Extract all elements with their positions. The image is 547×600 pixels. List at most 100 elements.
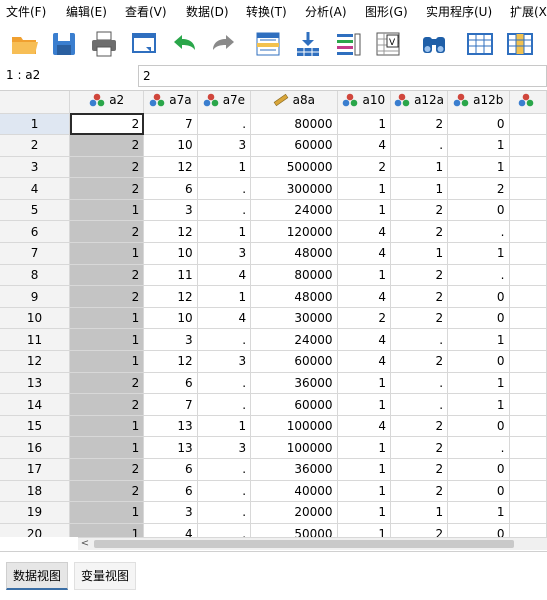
data-cell[interactable]: 2 bbox=[69, 393, 145, 416]
data-cell[interactable]: 2 bbox=[447, 177, 510, 200]
insert-cases-icon[interactable] bbox=[462, 27, 498, 61]
data-cell[interactable]: 2 bbox=[337, 307, 392, 330]
data-cell[interactable]: 6 bbox=[143, 177, 198, 200]
data-cell[interactable]: 36000 bbox=[250, 458, 338, 481]
data-cell[interactable]: 13 bbox=[143, 436, 198, 459]
data-cell[interactable]: 4 bbox=[337, 415, 392, 438]
menu-graphs[interactable]: 图形(G) bbox=[365, 0, 408, 24]
data-cell[interactable] bbox=[509, 242, 547, 265]
data-cell[interactable]: 1 bbox=[337, 480, 392, 503]
data-cell[interactable]: 1 bbox=[337, 501, 392, 524]
data-cell[interactable]: . bbox=[197, 501, 252, 524]
data-cell[interactable]: 20000 bbox=[250, 501, 338, 524]
data-cell[interactable]: . bbox=[197, 177, 252, 200]
data-cell[interactable]: 1 bbox=[447, 156, 510, 179]
data-cell[interactable]: . bbox=[197, 480, 252, 503]
data-cell[interactable]: 1 bbox=[69, 415, 145, 438]
data-cell[interactable]: 3 bbox=[197, 134, 252, 157]
tab-variable-view[interactable]: 变量视图 bbox=[74, 562, 137, 590]
data-cell[interactable]: 40000 bbox=[250, 480, 338, 503]
data-cell[interactable]: 2 bbox=[390, 480, 449, 503]
data-cell[interactable]: 2 bbox=[69, 156, 145, 179]
data-cell[interactable]: 0 bbox=[447, 458, 510, 481]
data-cell[interactable]: 4 bbox=[337, 328, 392, 352]
data-cell[interactable]: 0 bbox=[447, 480, 510, 503]
data-cell[interactable]: 1 bbox=[447, 134, 510, 157]
row-number[interactable]: 6 bbox=[0, 220, 71, 244]
go-to-case-icon[interactable] bbox=[250, 27, 286, 61]
data-cell[interactable]: 1 bbox=[69, 436, 145, 459]
data-cell[interactable]: 0 bbox=[447, 199, 510, 222]
column-header[interactable]: a12b bbox=[447, 91, 510, 114]
data-cell[interactable]: 1 bbox=[69, 350, 145, 373]
data-cell[interactable]: 30000 bbox=[250, 307, 338, 330]
data-cell[interactable]: 300000 bbox=[250, 177, 338, 200]
data-cell[interactable]: 1 bbox=[390, 156, 449, 179]
data-cell[interactable]: 6 bbox=[143, 458, 198, 481]
menu-extensions[interactable]: 扩展(X) bbox=[510, 0, 547, 24]
row-number[interactable]: 17 bbox=[0, 458, 71, 481]
menu-utilities[interactable]: 实用程序(U) bbox=[426, 0, 492, 24]
data-cell[interactable]: 12 bbox=[143, 285, 198, 308]
data-cell[interactable] bbox=[509, 177, 547, 200]
row-number[interactable]: 3 bbox=[0, 156, 71, 179]
data-cell[interactable] bbox=[509, 393, 547, 416]
data-cell[interactable]: 1 bbox=[337, 264, 392, 287]
menu-view[interactable]: 查看(V) bbox=[125, 0, 167, 24]
find-icon[interactable] bbox=[416, 27, 452, 61]
data-cell[interactable]: 80000 bbox=[250, 264, 338, 287]
column-header[interactable]: a12a bbox=[390, 91, 449, 114]
row-number[interactable]: 5 bbox=[0, 199, 71, 222]
row-number[interactable]: 10 bbox=[0, 307, 71, 330]
row-number[interactable]: 7 bbox=[0, 242, 71, 265]
menu-edit[interactable]: 编辑(E) bbox=[66, 0, 107, 24]
data-cell[interactable]: 4 bbox=[337, 242, 392, 265]
data-cell[interactable]: 1 bbox=[447, 501, 510, 524]
data-cell[interactable] bbox=[509, 285, 547, 308]
row-number[interactable]: 19 bbox=[0, 501, 71, 524]
data-cell[interactable]: 2 bbox=[69, 372, 145, 395]
run-descriptives-icon[interactable]: V bbox=[370, 27, 406, 61]
data-cell[interactable]: 2 bbox=[69, 113, 145, 136]
row-number[interactable]: 8 bbox=[0, 264, 71, 287]
data-cell[interactable]: . bbox=[197, 199, 252, 222]
data-cell[interactable]: 1 bbox=[447, 242, 510, 265]
data-cell[interactable]: 1 bbox=[69, 242, 145, 265]
data-cell[interactable]: . bbox=[447, 264, 510, 287]
data-cell[interactable]: . bbox=[390, 134, 449, 157]
row-number[interactable]: 1 bbox=[0, 113, 71, 136]
go-to-variable-icon[interactable] bbox=[290, 27, 326, 61]
data-cell[interactable]: 60000 bbox=[250, 350, 338, 373]
data-cell[interactable]: 1 bbox=[69, 501, 145, 524]
data-cell[interactable]: 100000 bbox=[250, 415, 338, 438]
data-cell[interactable]: 0 bbox=[447, 415, 510, 438]
data-cell[interactable]: . bbox=[390, 372, 449, 395]
redo-icon[interactable] bbox=[206, 27, 242, 61]
row-number[interactable]: 9 bbox=[0, 285, 71, 308]
data-cell[interactable]: 1 bbox=[337, 436, 392, 459]
data-cell[interactable] bbox=[509, 307, 547, 330]
data-cell[interactable]: 12 bbox=[143, 350, 198, 373]
variables-icon[interactable] bbox=[330, 27, 366, 61]
column-header[interactable]: a8a bbox=[250, 91, 338, 114]
data-cell[interactable]: 1 bbox=[69, 199, 145, 222]
data-cell[interactable]: 13 bbox=[143, 415, 198, 438]
data-cell[interactable]: 2 bbox=[390, 350, 449, 373]
data-cell[interactable]: 2 bbox=[390, 285, 449, 308]
data-cell[interactable]: 36000 bbox=[250, 372, 338, 395]
data-cell[interactable]: 120000 bbox=[250, 220, 338, 244]
data-cell[interactable]: . bbox=[390, 393, 449, 416]
data-cell[interactable] bbox=[509, 458, 547, 481]
data-cell[interactable]: 48000 bbox=[250, 242, 338, 265]
data-cell[interactable]: 1 bbox=[197, 156, 252, 179]
data-cell[interactable]: . bbox=[197, 372, 252, 395]
data-cell[interactable]: 0 bbox=[447, 113, 510, 136]
data-cell[interactable]: 4 bbox=[143, 523, 198, 537]
row-number[interactable]: 20 bbox=[0, 523, 71, 537]
data-cell[interactable] bbox=[509, 415, 547, 438]
data-cell[interactable]: 3 bbox=[143, 328, 198, 352]
data-cell[interactable]: 2 bbox=[390, 523, 449, 537]
data-cell[interactable]: 3 bbox=[197, 436, 252, 459]
data-cell[interactable]: 2 bbox=[390, 264, 449, 287]
dialog-recall-icon[interactable] bbox=[126, 27, 162, 61]
